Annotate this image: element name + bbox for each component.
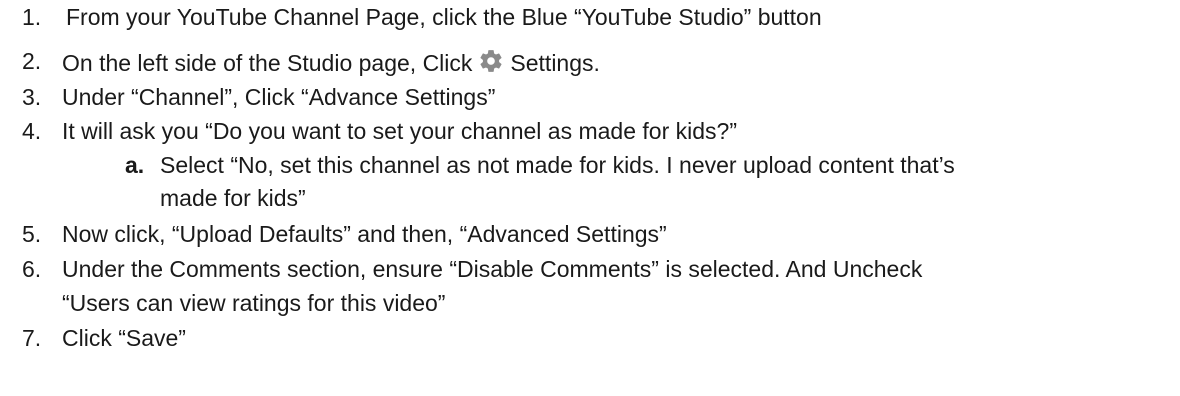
step-text: On the left side of the Studio page, Cli…	[62, 48, 600, 77]
step-text-line-2: “Users can view ratings for this video”	[62, 290, 446, 316]
step-text: It will ask you “Do you want to set your…	[62, 118, 737, 144]
step-number: 2.	[22, 48, 42, 74]
step-number: 5.	[22, 221, 42, 247]
step-text: From your YouTube Channel Page, click th…	[66, 4, 822, 30]
step-number: 3.	[22, 84, 42, 110]
step-text-before-icon: On the left side of the Studio page, Cli…	[62, 50, 473, 76]
step-number: 7.	[22, 325, 42, 351]
step-number: 4.	[22, 118, 42, 144]
step-text-after-icon: Settings.	[510, 50, 600, 76]
step-text: Under “Channel”, Click “Advance Settings…	[62, 84, 496, 110]
substep-text-line-2: made for kids”	[160, 185, 306, 211]
step-text: Now click, “Upload Defaults” and then, “…	[62, 221, 667, 247]
gear-icon	[480, 50, 502, 72]
instruction-document: 1. From your YouTube Channel Page, click…	[0, 0, 1180, 396]
step-text-line-1: Under the Comments section, ensure “Disa…	[62, 256, 923, 282]
step-number: 1.	[22, 4, 42, 30]
step-number: 6.	[22, 256, 42, 282]
substep-letter: a.	[125, 152, 145, 178]
step-text: Click “Save”	[62, 325, 186, 351]
substep-text-line-1: Select “No, set this channel as not made…	[160, 152, 955, 178]
